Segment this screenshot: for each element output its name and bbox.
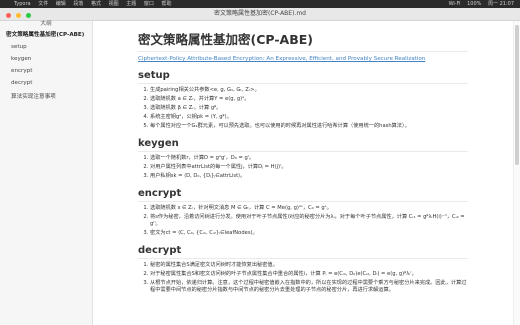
list-item: 选取随机数 β ∈ Zᵣ，计算 gᵝ。 [150, 105, 468, 112]
outline-item-keygen[interactable]: keygen [0, 53, 92, 65]
menu-item-paragraph[interactable]: 段落 [73, 1, 83, 7]
outline-item-notes[interactable]: 算法实现注意事项 [0, 89, 92, 103]
list-item: 生成pairing相关公共参数<e, g, G₁, Gₜ, Zᵣ>。 [150, 87, 468, 94]
clock[interactable]: 周一 21:07 [488, 1, 514, 7]
menu-item-theme[interactable]: 主题 [126, 1, 136, 7]
list-item: 从根节点开始，依递归计算。注意，这个过程中秘密值嵌入在指数中的，所以在实现的过程… [150, 280, 468, 294]
section-heading-encrypt: encrypt [138, 188, 468, 202]
list-item: 选取随机数 a ∈ Zᵣ，并计算Y = e(g, g)ᵃ。 [150, 96, 468, 103]
wifi-icon[interactable]: Wi-Fi [449, 1, 461, 7]
menu-item-edit[interactable]: 编辑 [56, 1, 66, 7]
menu-item-view[interactable]: 视图 [109, 1, 119, 7]
window-title: 密文策略属性基加密(CP-ABE).md [214, 10, 306, 17]
markdown-document: 密文策略属性基加密(CP-ABE) Ciphertext-Policy Attr… [138, 29, 468, 296]
outline-item-title[interactable]: 密文策略属性基加密(CP-ABE) [0, 27, 92, 41]
menubar-status: Wi-Fi 100% 周一 21:07 [444, 0, 514, 8]
minimize-window-button[interactable] [15, 13, 21, 18]
outline-item-setup[interactable]: setup [0, 41, 92, 53]
close-window-button[interactable] [6, 13, 11, 18]
list-item: 每个属性对应一个G₁群元素，可以预先选取。也可以使用的时候再对属性进行哈希计算（… [150, 123, 468, 130]
list-item: 秘密的属性集合S满足密文访问树时才能恢复出秘密值。 [150, 262, 468, 269]
menu-item-format[interactable]: 格式 [91, 1, 101, 7]
scrollbar-thumb[interactable] [515, 25, 519, 165]
list-item: 密文为ct = ⟨C, C₀, {Cᵢ₁, Cᵢ₂}ᵢ∈leafNodes⟩。 [150, 230, 468, 237]
outline-sidebar: 大纲 密文策略属性基加密(CP-ABE) setup keygen encryp… [0, 21, 93, 325]
list-item: 选取一个随机数r，计算D = gᵃgʳ，D₀ = gʳ。 [150, 155, 468, 162]
keygen-steps-list: 选取一个随机数r，计算D = gᵃgʳ，D₀ = gʳ。 对用户属性列表中att… [138, 155, 468, 180]
zoom-window-button[interactable] [25, 13, 31, 18]
menu-item-app[interactable]: Typora [14, 1, 31, 7]
setup-steps-list: 生成pairing相关公共参数<e, g, G₁, Gₜ, Zᵣ>。 选取随机数… [138, 87, 468, 130]
menu-item-help[interactable]: 帮助 [161, 1, 171, 7]
list-item: 系统主密钥gᵃ，公钥pk = ⟨Y, gᵝ⟩。 [150, 114, 468, 121]
menubar-items: Typora 文件 编辑 段落 格式 视图 主题 窗口 帮助 [14, 0, 177, 8]
outline-title: 大纲 [40, 21, 52, 27]
vertical-scrollbar[interactable] [513, 21, 520, 325]
section-heading-setup: setup [138, 70, 468, 84]
section-heading-keygen: keygen [138, 138, 468, 152]
decrypt-steps-list: 秘密的属性集合S满足密文访问树时才能恢复出秘密值。 对于秘密属性集合S和密文访问… [138, 262, 468, 294]
document-title: 密文策略属性基加密(CP-ABE) [138, 29, 468, 52]
list-item: 用户私钥sk = ⟨D, D₀, {Dⱼ}ⱼ∈attrList⟩。 [150, 173, 468, 180]
list-item: 将s作为秘密，沿着访问树进行分发。使用对于叶子节点属性i对应的秘密分片为λᵢ，对… [150, 214, 468, 228]
outline-item-decrypt[interactable]: decrypt [0, 77, 92, 89]
macos-menubar: Typora 文件 编辑 段落 格式 视图 主题 窗口 帮助 Wi-Fi 100… [0, 0, 520, 8]
list-item: 对于秘密属性集合S和密文访问树的叶子节点属性集合中重合的属性i，计算 Pᵢ = … [150, 271, 468, 278]
editor-content[interactable]: 密文策略属性基加密(CP-ABE) Ciphertext-Policy Attr… [92, 21, 513, 325]
menu-item-window[interactable]: 窗口 [144, 1, 154, 7]
list-item: 对用户属性列表中attrList的每一个属性j，计算Dⱼ = H(j)ʳ。 [150, 164, 468, 171]
list-item: 选取随机数 s ∈ Zᵣ，针对明文消息 M ∈ Gₜ，计算 C = Me(g, … [150, 205, 468, 212]
outline-item-encrypt[interactable]: encrypt [0, 65, 92, 77]
menu-item-file[interactable]: 文件 [38, 1, 48, 7]
battery-indicator[interactable]: 100% [467, 1, 481, 7]
paper-link[interactable]: Ciphertext-Policy Attribute-Based Encryp… [138, 56, 468, 62]
section-heading-decrypt: decrypt [138, 245, 468, 259]
encrypt-steps-list: 选取随机数 s ∈ Zᵣ，针对明文消息 M ∈ Gₜ，计算 C = Me(g, … [138, 205, 468, 237]
